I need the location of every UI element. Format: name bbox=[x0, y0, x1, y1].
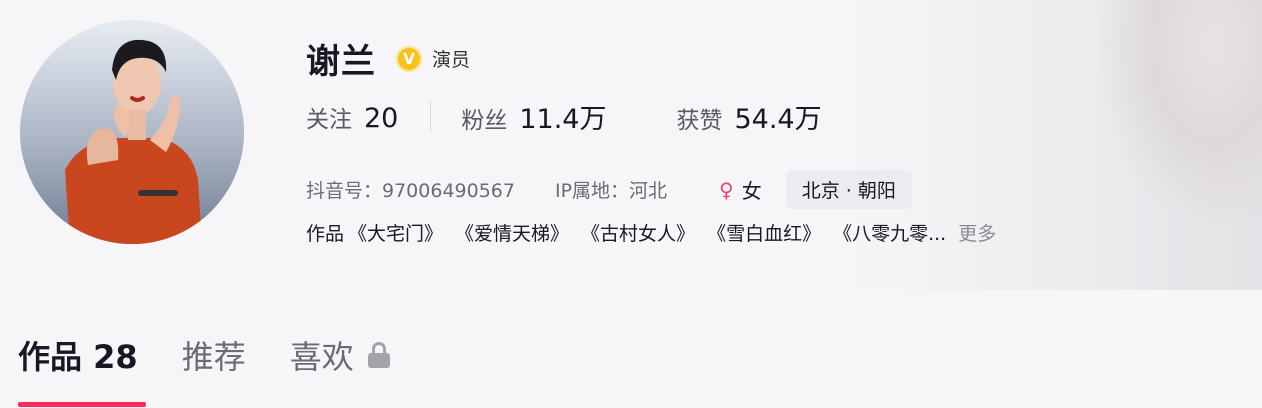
douyin-id: 抖音号：97006490567 bbox=[306, 180, 515, 202]
profile-tabs: 作品 28 推荐 喜欢 bbox=[18, 332, 390, 407]
active-tab-indicator bbox=[18, 402, 146, 407]
works-more-link[interactable]: 更多 bbox=[958, 219, 996, 246]
profile-info-row: 抖音号：97006490567 IP属地：河北 ♀ 女 北京 · 朝阳 bbox=[306, 170, 912, 209]
work-title: 《雪白血红》 bbox=[707, 223, 822, 245]
female-icon: ♀ bbox=[719, 177, 734, 202]
tab-recommend[interactable]: 推荐 bbox=[182, 332, 246, 378]
background-portrait bbox=[1102, 0, 1262, 220]
profile-name: 谢兰 bbox=[306, 42, 376, 82]
lock-icon bbox=[367, 342, 390, 368]
tab-works[interactable]: 作品 28 bbox=[18, 332, 146, 407]
verification-label: 演员 bbox=[432, 49, 471, 71]
tab-label: 推荐 bbox=[181, 338, 246, 376]
tab-label: 作品 28 bbox=[18, 338, 138, 376]
work-title: 《古村女人》 bbox=[581, 223, 696, 245]
tab-label: 喜欢 bbox=[289, 338, 354, 376]
work-title: 《八零九零... bbox=[833, 223, 947, 245]
work-title: 《爱情天梯》 bbox=[455, 223, 570, 245]
stat-value: 54.4万 bbox=[734, 104, 822, 135]
ip-location: IP属地：河北 bbox=[554, 180, 668, 202]
stat-followers[interactable]: 粉丝 11.4万 bbox=[461, 97, 606, 136]
stat-label: 关注 bbox=[306, 106, 352, 133]
stat-value: 20 bbox=[364, 102, 399, 134]
works-list: 作品 《大宅门》 《爱情天梯》 《古村女人》 《雪白血红》 《八零九零... 更… bbox=[306, 219, 996, 246]
stat-value: 11.4万 bbox=[519, 104, 607, 135]
avatar-portrait bbox=[20, 20, 244, 244]
works-prefix: 作品 bbox=[306, 223, 345, 245]
work-title: 《大宅门》 bbox=[348, 223, 444, 245]
verified-badge-icon: V bbox=[396, 45, 422, 72]
stat-divider bbox=[430, 101, 432, 132]
stat-likes: 获赞 54.4万 bbox=[676, 97, 821, 136]
stat-following[interactable]: 关注 20 bbox=[306, 100, 398, 134]
stat-label: 获赞 bbox=[676, 108, 723, 134]
gender-label: 女 bbox=[741, 179, 762, 203]
gender-tag: ♀ 女 bbox=[719, 175, 762, 204]
avatar[interactable] bbox=[20, 20, 244, 244]
tab-likes[interactable]: 喜欢 bbox=[290, 332, 390, 378]
profile-header: 谢兰 V 演员 bbox=[306, 34, 470, 83]
stat-label: 粉丝 bbox=[461, 108, 508, 134]
profile-stats: 关注 20 粉丝 11.4万 获赞 54.4万 bbox=[306, 97, 822, 136]
location-tag: 北京 · 朝阳 bbox=[785, 170, 912, 209]
